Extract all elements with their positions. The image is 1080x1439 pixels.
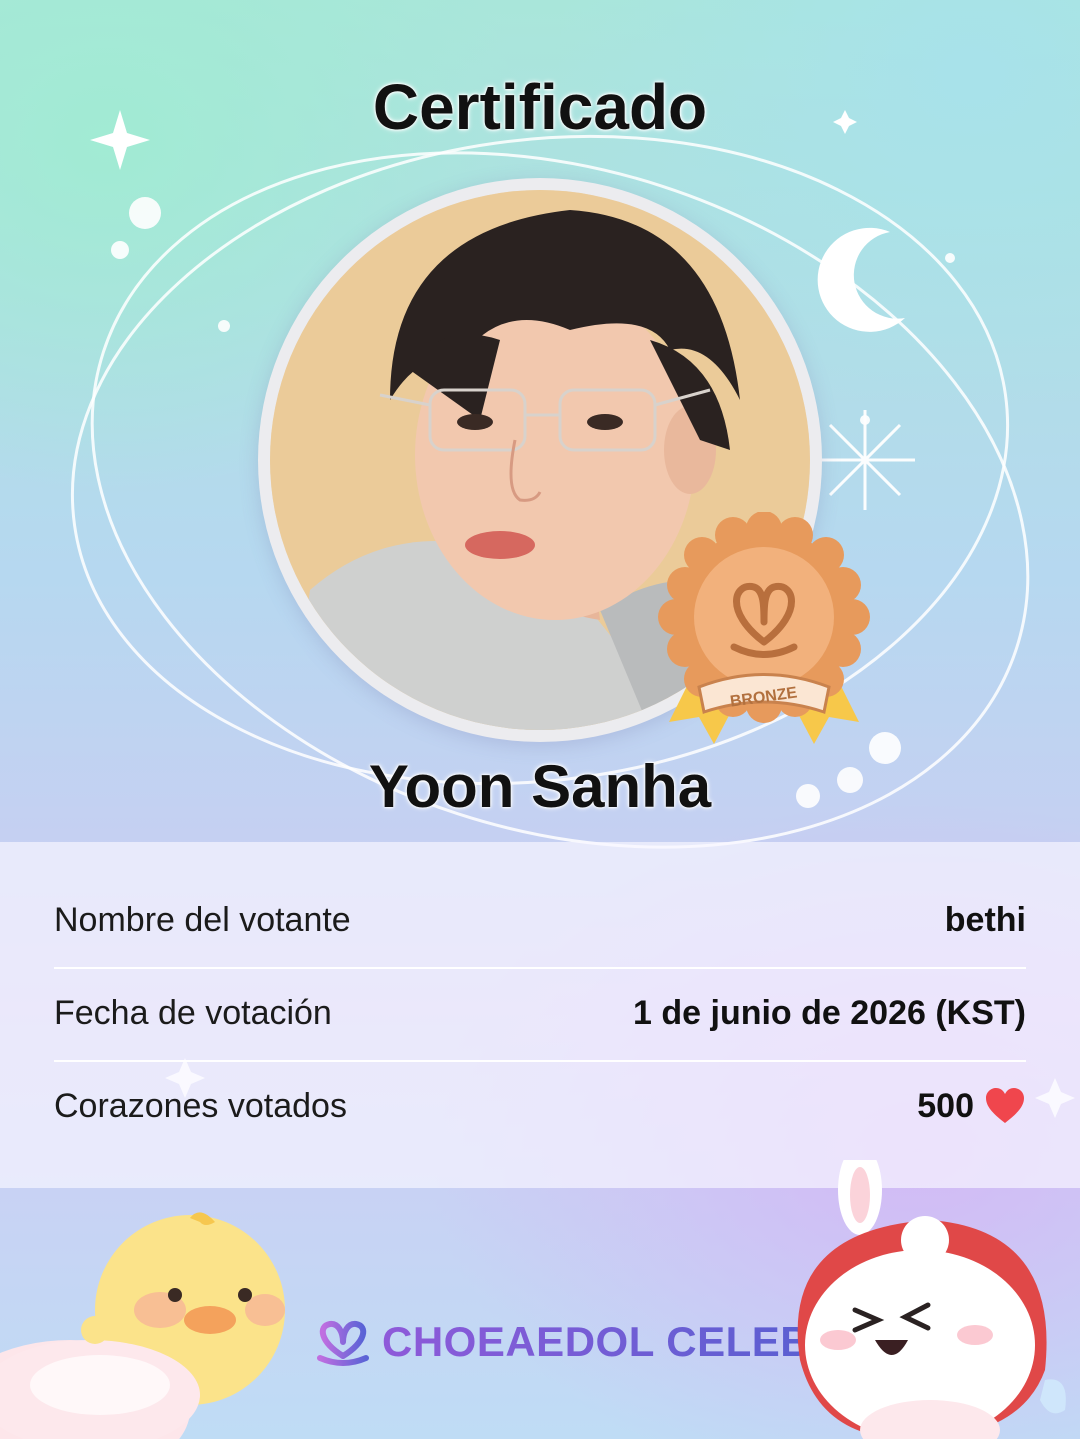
bunny-mascot xyxy=(797,1160,1066,1439)
heart-icon xyxy=(986,1088,1024,1123)
brand-logo: CHOEAEDOL CELEB xyxy=(312,1312,811,1372)
hearts-voted-row: Corazones votados 500 xyxy=(54,1060,1026,1152)
voter-name-row: Nombre del votante bethi xyxy=(54,874,1026,966)
bronze-badge-icon: BRONZE xyxy=(658,512,870,744)
vote-date-label: Fecha de votación xyxy=(54,993,332,1032)
hearts-voted-label: Corazones votados xyxy=(54,1086,347,1125)
hearts-voted-value: 500 xyxy=(917,1086,974,1125)
certificate-title: Certificado xyxy=(372,71,708,143)
chick-mascot xyxy=(0,1212,285,1439)
voter-name-value: bethi xyxy=(944,900,1026,939)
voter-name-label: Nombre del votante xyxy=(54,900,351,939)
idol-name: Yoon Sanha xyxy=(368,753,712,820)
vote-info-panel: Nombre del votante bethi Fecha de votaci… xyxy=(0,842,1080,1188)
vote-date-row: Fecha de votación 1 de junio de 2026 (KS… xyxy=(54,967,1026,1059)
hearts-voted-value-group: 500 xyxy=(917,1087,1026,1126)
brand-name: CHOEAEDOL CELEB xyxy=(382,1318,812,1365)
heart-loop-logo-icon xyxy=(317,1320,369,1366)
vote-date-value: 1 de junio de 2026 (KST) xyxy=(633,993,1026,1032)
